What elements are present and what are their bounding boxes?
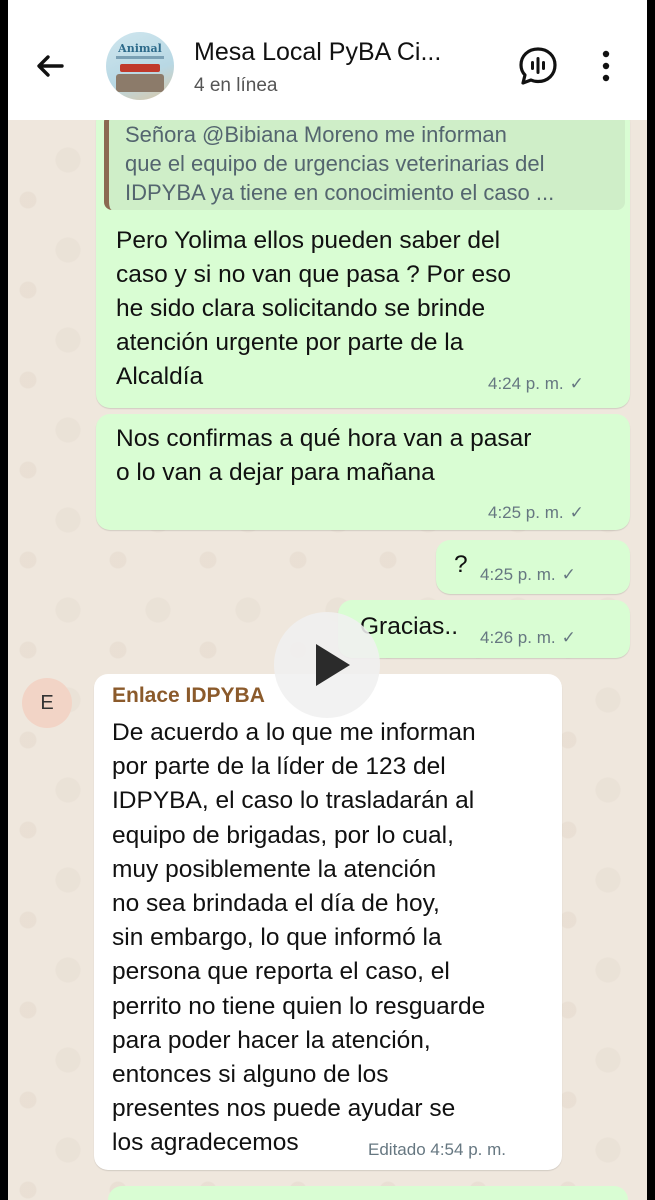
message-text: Nos confirmas a qué hora van a pasar o l…	[116, 425, 532, 486]
timestamp: 4:24 p. m.	[488, 374, 564, 393]
timestamp: 4:26 p. m.	[480, 628, 556, 647]
message-text: Gracias..	[360, 613, 459, 640]
quoted-text: Señora @Bibiana Moreno me informan que e…	[125, 122, 555, 205]
outgoing-message[interactable]: Nos confirmas a qué hora van a pasar o l…	[96, 414, 630, 530]
chat-header: Animal Mesa Local PyBA Ci... 4 en línea	[8, 0, 647, 120]
online-status: 4 en línea	[194, 75, 278, 96]
quoted-message[interactable]: Señora @Bibiana Moreno me informan que e…	[104, 114, 625, 210]
timestamp: 4:25 p. m.	[488, 503, 564, 522]
sender-avatar[interactable]: E	[22, 678, 72, 728]
back-arrow-icon[interactable]	[30, 46, 70, 86]
message-text: De acuerdo a lo que me informan por part…	[112, 719, 486, 1157]
play-icon[interactable]	[274, 612, 380, 718]
chat-screen: Animal Mesa Local PyBA Ci... 4 en línea …	[8, 0, 647, 1200]
group-avatar[interactable]: Animal	[106, 32, 174, 100]
sent-check-icon: ✓	[561, 565, 576, 584]
more-options-icon[interactable]	[594, 48, 618, 84]
message-time: 4:24 p. m. ✓	[488, 374, 584, 394]
message-edited-time: Editado 4:54 p. m.	[368, 1140, 506, 1159]
message-time: 4:26 p. m. ✓	[480, 628, 576, 648]
message-time: 4:25 p. m. ✓	[480, 565, 576, 585]
group-avatar-text: Animal	[118, 42, 162, 55]
status-bar	[8, 0, 647, 8]
outgoing-message[interactable]: Señora @Bibiana Moreno me informan que e…	[96, 108, 630, 408]
sent-check-icon: ✓	[569, 374, 584, 393]
message-text: Pero Yolima ellos pueden saber del caso …	[116, 227, 511, 390]
timestamp: 4:25 p. m.	[480, 565, 556, 584]
message-text: ?	[454, 551, 468, 578]
message-time: 4:25 p. m. ✓	[488, 503, 584, 523]
sender-name[interactable]: Enlace IDPYBA	[112, 684, 265, 708]
voice-chat-icon[interactable]	[516, 44, 560, 88]
sent-check-icon: ✓	[561, 628, 576, 647]
sent-check-icon: ✓	[569, 503, 584, 522]
outgoing-message-partial[interactable]	[108, 1186, 628, 1200]
outgoing-message[interactable]: Gracias.. 4:26 p. m. ✓	[338, 600, 630, 658]
outgoing-message[interactable]: ? 4:25 p. m. ✓	[436, 540, 630, 594]
incoming-message[interactable]: Enlace IDPYBA De acuerdo a lo que me inf…	[94, 674, 562, 1170]
chat-title[interactable]: Mesa Local PyBA Ci...	[194, 38, 441, 67]
